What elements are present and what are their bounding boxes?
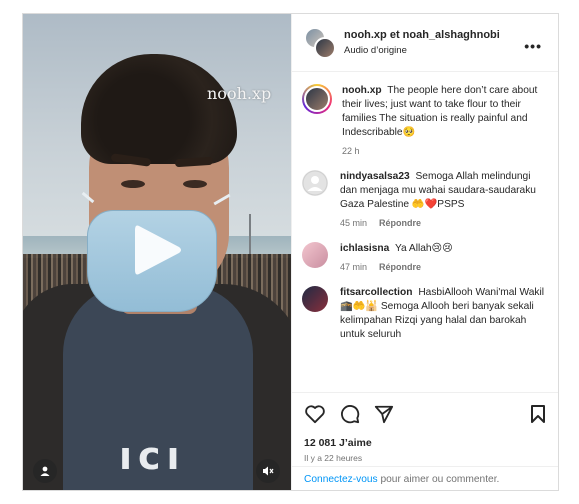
user-tag-glyph	[40, 466, 50, 476]
comment-username[interactable]: ichlasisna	[340, 243, 389, 254]
comment-username[interactable]: nindyasalsa23	[340, 171, 410, 182]
comment-body: ichlasisna Ya Allah😢😢	[340, 242, 453, 256]
comment-body: nindyasalsa23 Semoga Allah melindungi da…	[340, 170, 546, 212]
video-watermark: nooh.xp	[207, 84, 272, 103]
comment-username[interactable]: fitsarcollection	[340, 287, 412, 298]
avatar[interactable]	[302, 84, 332, 114]
bookmark-icon[interactable]	[530, 404, 546, 424]
mute-glyph	[263, 466, 274, 476]
avatar[interactable]	[302, 242, 328, 268]
avatar	[314, 36, 336, 59]
comment-item: ichlasisna Ya Allah😢😢 47 min Répondre	[302, 242, 546, 272]
avatar[interactable]	[302, 286, 328, 312]
hoodie-print: ıcı	[119, 434, 186, 478]
muted-speaker-icon[interactable]	[256, 459, 280, 483]
left-eye	[121, 180, 145, 188]
user-icon[interactable]	[33, 459, 57, 483]
reply-button[interactable]: Répondre	[379, 218, 421, 228]
login-text: pour aimer ou commenter.	[377, 474, 500, 485]
post-time[interactable]: Il y a 22 heures	[304, 453, 546, 463]
collab-avatars[interactable]	[304, 26, 336, 59]
action-icons	[304, 401, 546, 427]
share-icon[interactable]	[374, 404, 394, 424]
heart-icon[interactable]	[304, 404, 326, 424]
comments-list[interactable]: nooh.xp The people here don’t care about…	[292, 72, 558, 392]
light-pole	[249, 214, 251, 258]
instagram-post: ıcı nooh.xp nooh.xp et noah_alshaghnobi …	[22, 13, 559, 491]
caption: nooh.xp The people here don’t care about…	[302, 84, 546, 156]
header-text: nooh.xp et noah_alshaghnobi Audio d’orig…	[344, 29, 500, 56]
caption-time[interactable]: 22 h	[342, 146, 360, 156]
author-names[interactable]: nooh.xp et noah_alshaghnobi	[344, 29, 500, 41]
comment-content: nindyasalsa23 Semoga Allah melindungi da…	[340, 170, 546, 228]
likes-count[interactable]: 12 081 J’aime	[304, 437, 546, 449]
video-player[interactable]: ıcı nooh.xp	[23, 14, 291, 490]
reply-button[interactable]: Répondre	[379, 262, 421, 272]
comment-meta: 47 min Répondre	[340, 262, 453, 272]
avatar[interactable]	[302, 170, 328, 196]
comment-item: nindyasalsa23 Semoga Allah melindungi da…	[302, 170, 546, 228]
default-avatar-icon	[302, 170, 328, 196]
right-eye	[183, 180, 207, 188]
comment-time[interactable]: 45 min	[340, 218, 367, 228]
login-prompt: Connectez-vous pour aimer ou commenter.	[292, 466, 558, 490]
caption-body: nooh.xp The people here don’t care about…	[342, 84, 546, 140]
comment-meta: 45 min Répondre	[340, 218, 546, 228]
caption-username[interactable]: nooh.xp	[342, 85, 382, 96]
comment-content: ichlasisna Ya Allah😢😢 47 min Répondre	[340, 242, 453, 272]
post-actions: 12 081 J’aime Il y a 22 heures	[292, 392, 558, 463]
play-icon[interactable]	[131, 220, 185, 280]
post-header: nooh.xp et noah_alshaghnobi Audio d’orig…	[292, 14, 558, 72]
caption-meta: 22 h	[342, 146, 546, 156]
caption-body-wrap: nooh.xp The people here don’t care about…	[342, 84, 546, 156]
post-side-panel: nooh.xp et noah_alshaghnobi Audio d’orig…	[291, 14, 558, 490]
comment-time[interactable]: 47 min	[340, 262, 367, 272]
comment-item: fitsarcollection HasbiAllooh Wani'mal Wa…	[302, 286, 546, 342]
audio-link[interactable]: Audio d’origine	[344, 45, 500, 56]
comment-icon[interactable]	[340, 404, 360, 424]
comment-body: fitsarcollection HasbiAllooh Wani'mal Wa…	[340, 286, 546, 342]
comment-text: Ya Allah😢😢	[394, 243, 453, 254]
comment-content: fitsarcollection HasbiAllooh Wani'mal Wa…	[340, 286, 546, 342]
more-icon[interactable]: •••	[524, 38, 542, 54]
login-link[interactable]: Connectez-vous	[304, 474, 378, 485]
